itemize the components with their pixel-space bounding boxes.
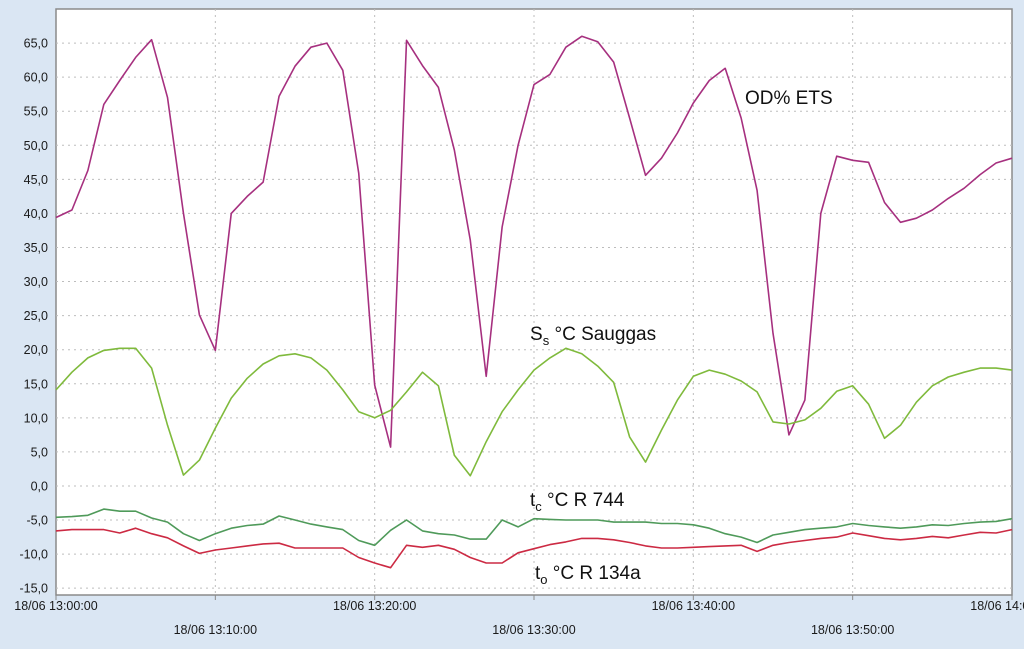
- y-tick-label: 0,0: [31, 479, 48, 493]
- series-label-1: Ss °C Sauggas: [530, 324, 656, 348]
- y-tick-label: 45,0: [24, 173, 48, 187]
- y-tick-label: 60,0: [24, 71, 48, 85]
- x-tick-label: 18/06 14:00:00: [970, 599, 1024, 613]
- y-tick-label: 25,0: [24, 309, 48, 323]
- series-label-rest: °C Sauggas: [549, 324, 656, 345]
- series-label-main: OD% ETS: [745, 88, 833, 109]
- y-tick-label: 10,0: [24, 411, 48, 425]
- x-tick-label: 18/06 13:50:00: [811, 623, 894, 637]
- y-tick-label: 55,0: [24, 105, 48, 119]
- y-tick-label: 5,0: [31, 445, 48, 459]
- y-tick-label: 35,0: [24, 241, 48, 255]
- series-label-rest: °C R 134a: [548, 563, 642, 584]
- x-tick-label: 18/06 13:30:00: [492, 623, 575, 637]
- x-tick-label: 18/06 13:10:00: [174, 623, 257, 637]
- line-chart: -15,0 -10,0 -5,0 0,0 5,0 10,0 15,0 20,0 25,0 30,0…: [14, 8, 1024, 637]
- x-tick-label: 18/06 13:40:00: [652, 599, 735, 613]
- y-tick-label: 50,0: [24, 139, 48, 153]
- y-tick-label: 30,0: [24, 275, 48, 289]
- series-label-subscript: o: [540, 572, 547, 587]
- y-tick-label: -10,0: [20, 548, 49, 562]
- y-tick-label: 15,0: [24, 377, 48, 391]
- series-label-main: S: [530, 324, 543, 345]
- series-label-0: OD% ETS: [745, 88, 833, 109]
- series-label-2: tc °C R 744: [530, 490, 625, 514]
- y-tick-label: 65,0: [24, 37, 48, 51]
- x-tick-label: 18/06 13:20:00: [333, 599, 416, 613]
- x-tick-label: 18/06 13:00:00: [14, 599, 97, 613]
- y-tick-label: 40,0: [24, 207, 48, 221]
- y-tick-label: -15,0: [20, 582, 49, 596]
- series-label-rest: °C R 744: [542, 490, 625, 511]
- series-label-3: to °C R 134a: [535, 563, 641, 587]
- y-tick-label: -5,0: [26, 514, 48, 528]
- y-tick-label: 20,0: [24, 343, 48, 357]
